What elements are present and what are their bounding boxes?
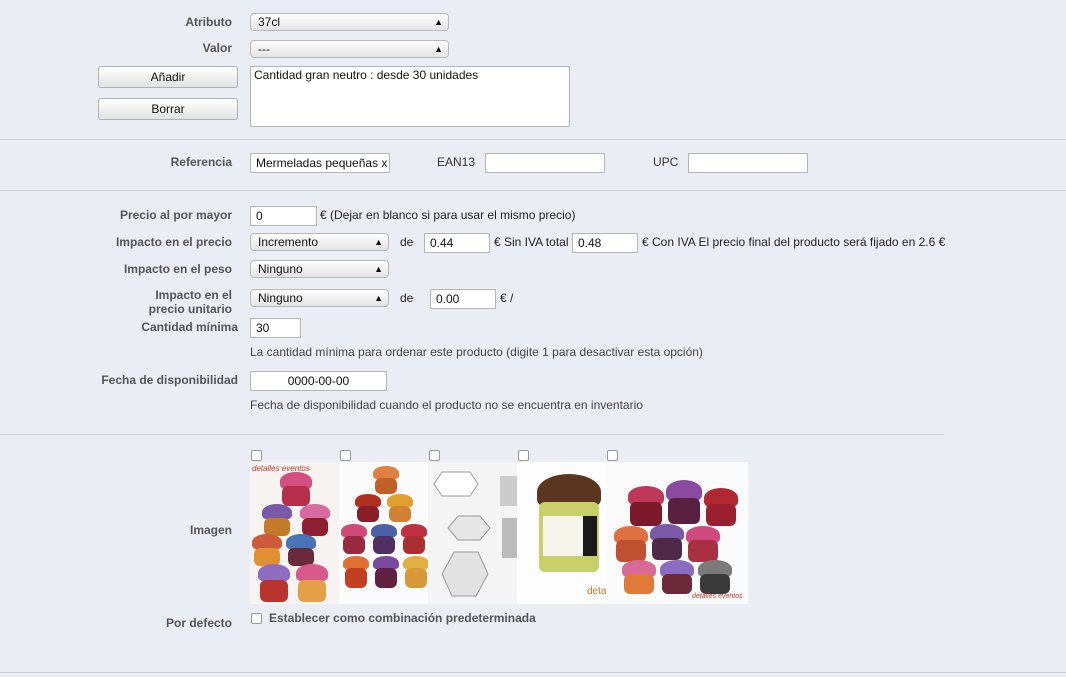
box-template-image[interactable] [428, 462, 517, 604]
jar-tower-image[interactable]: detalles eventos [606, 462, 748, 604]
min-qty-input[interactable]: 30 [250, 318, 301, 338]
delete-button[interactable]: Borrar [98, 98, 238, 120]
add-button[interactable]: Añadir [98, 66, 238, 88]
wholesale-price-note: € (Dejar en blanco si para usar el mismo… [320, 208, 576, 222]
reference-input[interactable]: Mermeladas pequeñas x [250, 153, 390, 173]
image-caption: detalles eventos [692, 593, 743, 600]
default-checkbox[interactable] [251, 613, 262, 624]
weight-impact-select-value: Ninguno [258, 262, 303, 276]
availability-hint: Fecha de disponibilidad cuando el produc… [250, 398, 643, 412]
min-qty-hint: La cantidad mínima para ordenar este pro… [250, 345, 703, 359]
upc-label: UPC [653, 155, 679, 169]
default-checkbox-label[interactable]: Establecer como combinación predetermina… [269, 611, 536, 625]
default-label: Por defecto [165, 616, 232, 630]
price-impact-tax-excl-label: € Sin IVA total [494, 235, 569, 249]
unit-impact-label-line2: precio unitario [148, 302, 232, 316]
divider [0, 139, 1066, 140]
unit-impact-input[interactable]: 0.00 [430, 289, 496, 309]
image-label: Imagen [189, 523, 232, 537]
select-arrows-icon: ▲ [434, 17, 443, 27]
unit-impact-unit: € / [500, 291, 514, 305]
select-arrows-icon: ▲ [374, 237, 383, 247]
divider [0, 190, 1066, 191]
divider [0, 434, 944, 435]
unit-impact-de: de [400, 291, 414, 305]
ean13-input[interactable] [485, 153, 605, 173]
weight-impact-label: Impacto en el peso [123, 262, 232, 276]
availability-label: Fecha de disponibilidad [101, 373, 238, 387]
reference-label: Referencia [170, 155, 232, 169]
min-qty-label: Cantidad mínima [141, 320, 238, 334]
price-impact-select-value: Incremento [258, 235, 319, 249]
jar-pyramid-image[interactable]: detalles eventos [250, 462, 339, 604]
price-impact-note: € Con IVA El precio final del producto s… [642, 235, 946, 249]
image-caption: detall [587, 586, 606, 597]
divider [0, 672, 1066, 673]
price-impact-de: de [400, 235, 414, 249]
unit-impact-select-value: Ninguno [258, 291, 303, 305]
wholesale-price-label: Precio al por mayor [119, 208, 232, 222]
upc-input[interactable] [688, 153, 808, 173]
wholesale-price-input[interactable]: 0 [250, 206, 317, 226]
labeled-jar-image[interactable]: detall [517, 462, 606, 604]
price-impact-total-input[interactable]: 0.48 [572, 233, 638, 253]
jar-stack-image[interactable] [339, 462, 428, 604]
weight-impact-select[interactable]: Ninguno ▲ [250, 260, 389, 278]
attribute-label: Atributo [185, 15, 232, 29]
value-label: Valor [202, 41, 232, 55]
unit-impact-select[interactable]: Ninguno ▲ [250, 289, 389, 307]
value-select-value: --- [258, 42, 270, 56]
image-checkbox[interactable] [518, 450, 529, 461]
image-checkbox[interactable] [429, 450, 440, 461]
price-impact-label: Impacto en el precio [115, 235, 232, 249]
unit-impact-label-line1: Impacto en el [155, 288, 232, 302]
attribute-select[interactable]: 37cl ▲ [250, 13, 449, 31]
attribute-select-value: 37cl [258, 15, 281, 29]
unit-impact-label: Impacto en el precio unitario [60, 288, 232, 316]
select-arrows-icon: ▲ [434, 44, 443, 54]
ean13-label: EAN13 [437, 155, 476, 169]
box-template-drawing [433, 471, 517, 597]
image-checkbox[interactable] [340, 450, 351, 461]
image-checkbox[interactable] [607, 450, 618, 461]
price-impact-input[interactable]: 0.44 [424, 233, 490, 253]
select-arrows-icon: ▲ [374, 293, 383, 303]
value-select[interactable]: --- ▲ [250, 40, 449, 58]
combination-listbox[interactable]: Cantidad gran neutro : desde 30 unidades [250, 66, 570, 127]
combination-option[interactable]: Cantidad gran neutro : desde 30 unidades [254, 68, 566, 82]
select-arrows-icon: ▲ [374, 264, 383, 274]
price-impact-select[interactable]: Incremento ▲ [250, 233, 389, 251]
availability-input[interactable]: 0000-00-00 [250, 371, 387, 391]
image-checkbox[interactable] [251, 450, 262, 461]
